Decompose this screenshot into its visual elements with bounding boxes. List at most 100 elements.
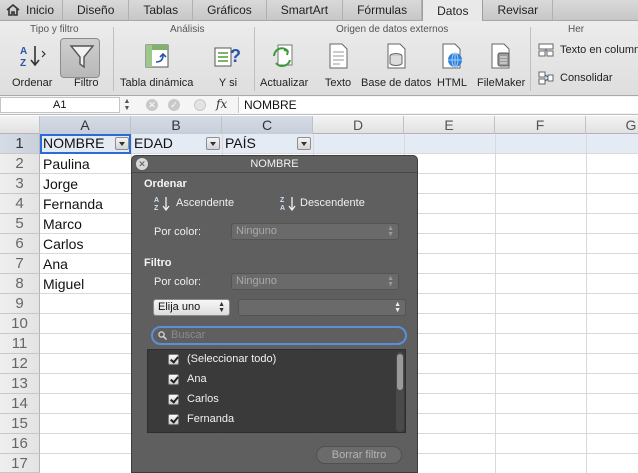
filter-dropdown-c[interactable] bbox=[297, 137, 311, 150]
sort-descending-button[interactable]: Descendente bbox=[300, 197, 365, 209]
row-header[interactable]: 6 bbox=[0, 234, 40, 254]
column-header-d[interactable]: D bbox=[313, 116, 404, 134]
filtro-label: Filtro bbox=[74, 77, 99, 89]
row-header[interactable]: 15 bbox=[0, 414, 40, 434]
checkbox[interactable] bbox=[168, 373, 179, 385]
column-header-f[interactable]: F bbox=[495, 116, 586, 134]
text-file-icon bbox=[323, 41, 353, 71]
tab-smartart[interactable]: SmartArt bbox=[267, 0, 344, 20]
active-cell-outline bbox=[40, 134, 131, 154]
tab-formulas[interactable]: Fórmulas bbox=[343, 0, 423, 20]
row-header[interactable]: 14 bbox=[0, 394, 40, 414]
stepper-icon: ▲ ▼ bbox=[394, 301, 401, 314]
filter-dropdown-b[interactable] bbox=[206, 137, 220, 150]
column-header-a[interactable]: A bbox=[40, 116, 131, 134]
column-header-g[interactable]: G bbox=[586, 116, 638, 134]
cell-name[interactable]: Paulina bbox=[40, 154, 90, 174]
cell-c1[interactable]: PAÍS bbox=[222, 134, 256, 153]
row-header[interactable]: 2 bbox=[0, 154, 40, 174]
list-item[interactable]: Carlos bbox=[168, 389, 219, 409]
close-icon[interactable]: ✕ bbox=[136, 158, 148, 170]
list-item[interactable]: Ana bbox=[168, 369, 207, 389]
consolidar-button[interactable]: Consolidar bbox=[538, 71, 613, 85]
row-header[interactable]: 13 bbox=[0, 374, 40, 394]
row-header[interactable]: 7 bbox=[0, 254, 40, 274]
filemaker-button[interactable]: FileMaker bbox=[477, 41, 525, 89]
html-label: HTML bbox=[437, 77, 467, 89]
fx-label: fx bbox=[216, 97, 228, 111]
svg-text:A: A bbox=[154, 197, 159, 204]
checkbox[interactable] bbox=[168, 393, 179, 405]
checkbox[interactable] bbox=[168, 353, 179, 365]
sort-descending-icon[interactable]: ZA bbox=[280, 195, 298, 211]
select-all-corner[interactable] bbox=[0, 116, 40, 134]
list-item-select-all[interactable]: (Seleccionar todo) bbox=[168, 350, 276, 369]
tab-diseno[interactable]: Diseño bbox=[63, 0, 130, 20]
texto-en-columnas-button[interactable]: Texto en column bbox=[538, 43, 638, 57]
row-header[interactable]: 17 bbox=[0, 454, 40, 473]
row-header[interactable]: 3 bbox=[0, 174, 40, 194]
sort-az-icon: AZ bbox=[17, 41, 47, 71]
tab-inicio[interactable]: Inicio bbox=[0, 0, 64, 20]
row-header[interactable]: 11 bbox=[0, 334, 40, 354]
sort-ascending-icon[interactable]: AZ bbox=[154, 195, 172, 211]
insert-function-icon[interactable] bbox=[194, 99, 206, 111]
tab-graficos[interactable]: Gráficos bbox=[193, 0, 267, 20]
filtro-button[interactable]: Filtro bbox=[66, 41, 98, 89]
row-header[interactable]: 12 bbox=[0, 354, 40, 374]
row-header[interactable]: 9 bbox=[0, 294, 40, 314]
cancel-icon[interactable]: ✕ bbox=[146, 99, 158, 111]
name-box[interactable]: A1 bbox=[0, 97, 120, 113]
scroll-thumb[interactable] bbox=[397, 354, 403, 390]
search-input[interactable]: Buscar bbox=[151, 326, 407, 345]
svg-text:A: A bbox=[280, 205, 285, 211]
list-scrollbar[interactable] bbox=[396, 352, 404, 432]
row-header[interactable]: 16 bbox=[0, 434, 40, 454]
cell-name[interactable]: Fernanda bbox=[40, 194, 103, 214]
actualizar-button[interactable]: Actualizar bbox=[260, 41, 308, 89]
column-header-e[interactable]: E bbox=[404, 116, 495, 134]
name-box-stepper-icon[interactable]: ▲ ▼ bbox=[122, 98, 132, 112]
globe-icon bbox=[437, 41, 467, 71]
row-header[interactable]: 8 bbox=[0, 274, 40, 294]
group-label-herramientas: Her bbox=[568, 24, 585, 35]
formula-input[interactable]: NOMBRE bbox=[238, 97, 638, 113]
refresh-icon bbox=[269, 41, 299, 71]
cell-name[interactable]: Carlos bbox=[40, 234, 83, 254]
pivot-table-icon bbox=[142, 41, 172, 71]
cell-b1[interactable]: EDAD bbox=[131, 134, 173, 153]
base-de-datos-button[interactable]: Base de datos bbox=[361, 41, 431, 89]
tab-datos[interactable]: Datos bbox=[422, 0, 484, 21]
cell-name[interactable]: Jorge bbox=[40, 174, 78, 194]
ordenar-button[interactable]: AZ Ordenar bbox=[12, 41, 52, 89]
actualizar-label: Actualizar bbox=[260, 77, 309, 89]
clear-filter-button[interactable]: Borrar filtro bbox=[316, 446, 402, 464]
confirm-icon[interactable]: ✓ bbox=[168, 99, 180, 111]
column-header-c[interactable]: C bbox=[222, 116, 313, 134]
row-header[interactable]: 1 bbox=[0, 134, 40, 154]
html-button[interactable]: HTML bbox=[437, 41, 467, 89]
tab-tablas[interactable]: Tablas bbox=[129, 0, 194, 20]
cell-name[interactable]: Marco bbox=[40, 214, 82, 234]
cell-name[interactable]: Miguel bbox=[40, 274, 84, 294]
consolidate-icon bbox=[538, 71, 554, 85]
y-si-button[interactable]: ? Y si bbox=[213, 41, 243, 89]
sort-ascending-button[interactable]: Ascendente bbox=[176, 197, 234, 209]
tab-revisar[interactable]: Revisar bbox=[483, 0, 554, 20]
group-label-analisis: Análisis bbox=[170, 24, 205, 35]
tabla-dinamica-button[interactable]: Tabla dinámica bbox=[120, 41, 193, 89]
sort-color-select[interactable]: Ninguno ▲ ▼ bbox=[231, 223, 399, 240]
cell-name[interactable]: Ana bbox=[40, 254, 68, 274]
filter-value-list[interactable]: (Seleccionar todo) Ana Carlos Fernanda bbox=[147, 349, 406, 433]
condition-select[interactable]: Elija uno ▲ ▼ bbox=[153, 299, 230, 316]
list-item[interactable]: Fernanda bbox=[168, 409, 234, 429]
condition-value-select[interactable]: ▲ ▼ bbox=[238, 299, 406, 316]
column-header-b[interactable]: B bbox=[131, 116, 222, 134]
row-header[interactable]: 10 bbox=[0, 314, 40, 334]
filter-color-select[interactable]: Ninguno ▲ ▼ bbox=[231, 273, 399, 290]
row-header[interactable]: 4 bbox=[0, 194, 40, 214]
texto-button[interactable]: Texto bbox=[323, 41, 353, 89]
row-header[interactable]: 5 bbox=[0, 214, 40, 234]
checkbox[interactable] bbox=[168, 413, 179, 425]
filtro-section-title: Filtro bbox=[144, 257, 172, 269]
